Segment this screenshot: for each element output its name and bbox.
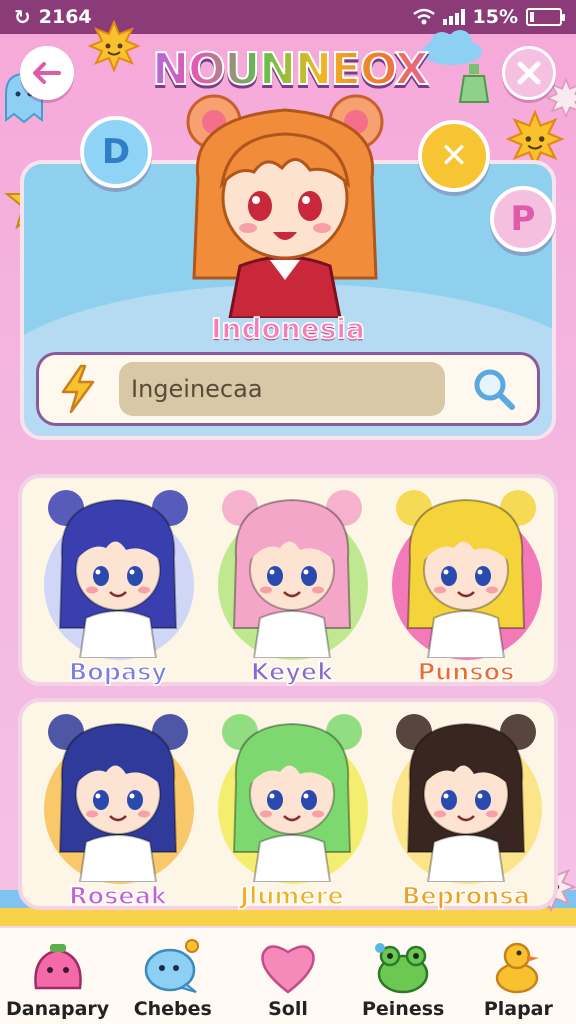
bottle-sticker-icon bbox=[458, 64, 490, 103]
nav-label: Plapar bbox=[483, 998, 553, 1020]
wifi-icon bbox=[412, 8, 435, 25]
character-name: Bopasy bbox=[68, 657, 168, 687]
status-time: 2164 bbox=[38, 6, 92, 28]
character-card[interactable]: Jlumere bbox=[212, 712, 372, 911]
d-bubble-button[interactable]: D bbox=[80, 116, 152, 188]
character-avatar bbox=[48, 714, 188, 882]
lightning-icon[interactable] bbox=[51, 362, 105, 416]
search-bar bbox=[36, 352, 540, 426]
battery-percent: 15% bbox=[472, 6, 518, 28]
character-avatar bbox=[222, 490, 362, 658]
character-card[interactable]: Punsos bbox=[386, 488, 546, 687]
character-name: Punsos bbox=[417, 657, 515, 687]
green-frog-icon bbox=[375, 943, 429, 994]
blue-ghost-icon bbox=[144, 939, 199, 993]
signal-icon bbox=[442, 9, 465, 25]
search-input[interactable] bbox=[119, 362, 445, 416]
character-avatar bbox=[396, 714, 536, 882]
p-bubble-button[interactable]: P bbox=[490, 186, 556, 252]
heart-icon bbox=[261, 945, 315, 994]
character-avatar bbox=[396, 490, 536, 658]
nav-label: Peiness bbox=[361, 998, 445, 1020]
bottom-nav: Danapary Chebes Soll Peiness Plapar bbox=[0, 926, 576, 1024]
sync-icon: ↻ bbox=[14, 5, 31, 29]
character-card[interactable]: Roseak bbox=[38, 712, 198, 911]
character-row-2: Roseak Jlumere Bepronsa bbox=[18, 698, 558, 911]
character-row-1: Bopasy Keyek Punsos bbox=[18, 474, 558, 687]
character-card[interactable]: Bopasy bbox=[38, 488, 198, 687]
arrow-left-icon bbox=[33, 62, 61, 84]
pink-blob-icon bbox=[33, 944, 82, 990]
search-button[interactable] bbox=[467, 362, 521, 416]
nav-item-soll[interactable]: Soll bbox=[233, 938, 343, 1020]
back-button[interactable] bbox=[20, 46, 74, 100]
character-card[interactable]: Keyek bbox=[212, 488, 372, 687]
rainbow-stripe-yellow bbox=[0, 908, 576, 926]
character-card[interactable]: Bepronsa bbox=[386, 712, 546, 911]
character-name: Jlumere bbox=[239, 881, 344, 911]
search-icon bbox=[474, 369, 515, 410]
character-avatar bbox=[48, 490, 188, 658]
character-name: Keyek bbox=[250, 657, 334, 687]
battery-icon bbox=[526, 8, 565, 26]
nav-label: Soll bbox=[268, 998, 308, 1020]
close-button[interactable] bbox=[502, 46, 556, 100]
nav-item-danapary[interactable]: Danapary bbox=[3, 938, 113, 1020]
character-name: Roseak bbox=[68, 881, 167, 911]
status-bar: ↻ 2164 15% bbox=[0, 0, 576, 34]
nav-label: Chebes bbox=[133, 998, 212, 1020]
close-icon bbox=[517, 61, 541, 85]
hero-label: Indonesia bbox=[210, 311, 365, 346]
nav-item-plapar[interactable]: Plapar bbox=[463, 938, 573, 1020]
sun-sticker-icon bbox=[88, 20, 140, 72]
character-avatar bbox=[222, 714, 362, 882]
nav-item-chebes[interactable]: Chebes bbox=[118, 938, 228, 1020]
hero-character-avatar[interactable] bbox=[170, 88, 400, 318]
nav-item-peiness[interactable]: Peiness bbox=[348, 938, 458, 1020]
nav-label: Danapary bbox=[6, 998, 110, 1020]
yellow-duck-icon bbox=[496, 942, 540, 994]
x-bubble-button[interactable]: ✕ bbox=[418, 120, 490, 192]
character-name: Bepronsa bbox=[401, 881, 530, 911]
